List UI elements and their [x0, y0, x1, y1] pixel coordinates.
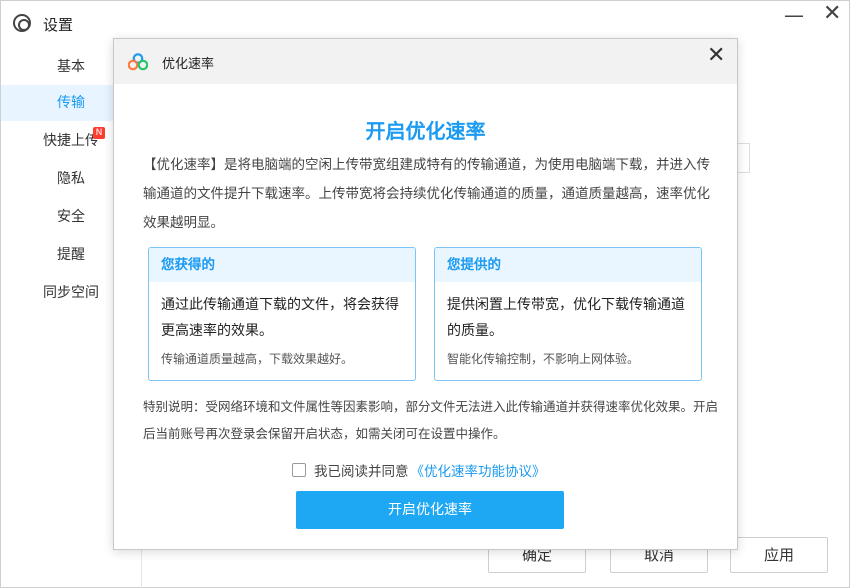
settings-gear-icon	[13, 14, 31, 32]
optimize-rate-dialog: 优化速率 ✕ 开启优化速率 【优化速率】是将电脑端的空闲上传带宽组建成特有的传输…	[113, 38, 738, 550]
agreement-link[interactable]: 《优化速率功能协议》	[411, 460, 546, 480]
card-title: 您提供的	[435, 248, 701, 282]
dialog-close-button[interactable]: ✕	[707, 43, 725, 68]
dialog-header: 优化速率 ✕	[114, 39, 737, 84]
benefit-card-get: 您获得的 通过此传输通道下载的文件，将会获得更高速率的效果。 传输通道质量越高，…	[148, 247, 416, 381]
background-input-field[interactable]	[736, 143, 750, 173]
new-badge: N	[93, 127, 105, 139]
dialog-heading: 开启优化速率	[365, 119, 486, 143]
card-main-text: 提供闲置上传带宽，优化下载传输通道的质量。	[447, 297, 685, 339]
minimize-button[interactable]: —	[784, 3, 804, 27]
agreement-text: 我已阅读并同意	[314, 464, 409, 480]
benefit-card-provide: 您提供的 提供闲置上传带宽，优化下载传输通道的质量。 智能化传输控制，不影响上网…	[434, 247, 702, 381]
window-title: 设置	[43, 16, 74, 34]
sidebar-item-label: 快捷上传	[43, 133, 99, 149]
window-close-button[interactable]: ✕	[823, 1, 841, 26]
card-main-text: 通过此传输通道下载的文件，将会获得更高速率的效果。	[161, 297, 399, 339]
enable-optimize-button[interactable]: 开启优化速率	[296, 491, 564, 529]
agreement-row: 我已阅读并同意 《优化速率功能协议》	[292, 460, 546, 480]
cloud-logo-icon	[128, 53, 148, 71]
card-note-text: 传输通道质量越高，下载效果越好。	[161, 352, 354, 366]
special-notice: 特别说明：受网络环境和文件属性等因素影响，部分文件无法进入此传输通道并获得速率优…	[143, 399, 719, 441]
dialog-title: 优化速率	[162, 57, 215, 72]
dialog-description: 【优化速率】是将电脑端的空闲上传带宽组建成特有的传输通道，为使用电脑端下载，并进…	[143, 157, 710, 231]
card-title: 您获得的	[149, 248, 415, 282]
apply-button[interactable]: 应用	[730, 537, 828, 573]
agreement-checkbox[interactable]	[292, 463, 306, 477]
card-note-text: 智能化传输控制，不影响上网体验。	[447, 352, 640, 366]
